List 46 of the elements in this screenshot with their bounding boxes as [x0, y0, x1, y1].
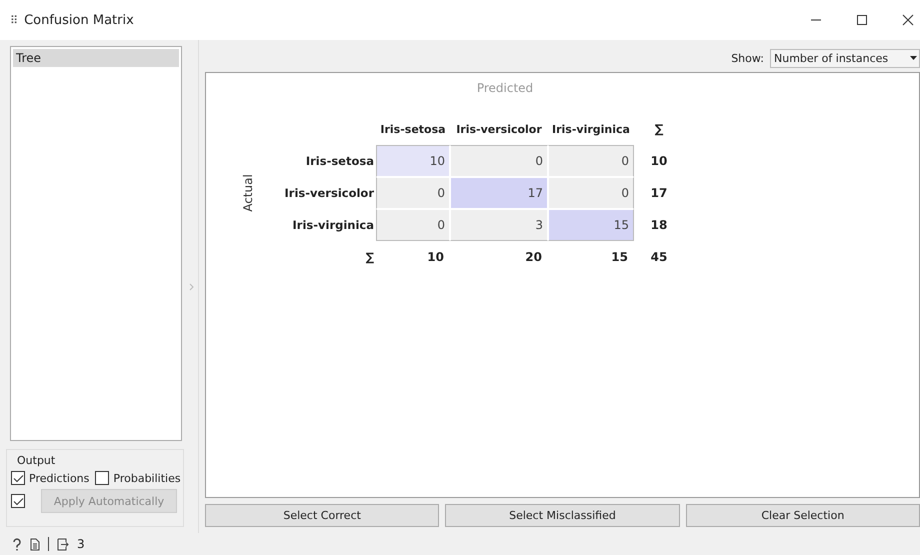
window-title: Confusion Matrix	[24, 12, 134, 28]
matrix-cell[interactable]: 15	[548, 209, 634, 241]
column-sum: 10	[426, 249, 445, 266]
output-icon[interactable]	[57, 538, 69, 550]
show-label: Show:	[731, 52, 764, 64]
axis-label: Predicted	[476, 81, 534, 97]
output-count: 3	[77, 537, 85, 551]
checkbox[interactable]: Probabilities	[95, 471, 181, 485]
checkbox-box[interactable]	[11, 471, 25, 485]
group-title: Output	[16, 454, 56, 467]
row-sum: 18	[650, 217, 668, 234]
matrix-cell[interactable]: 0	[450, 145, 548, 177]
column-header: Iris-setosa	[379, 122, 447, 138]
checkbox[interactable]: Predictions	[11, 471, 90, 485]
row-header: Iris-versicolor	[284, 185, 375, 202]
close-icon[interactable]	[902, 14, 914, 26]
matrix-cell[interactable]: 0	[548, 145, 634, 177]
learner-item[interactable]: Tree	[13, 49, 179, 67]
matrix-cell[interactable]: 10	[376, 145, 450, 177]
matrix-cell[interactable]: 0	[548, 177, 634, 209]
row-header: Iris-setosa	[304, 153, 375, 170]
maximize-icon[interactable]	[856, 14, 868, 26]
matrix-cell[interactable]: 17	[450, 177, 548, 209]
document-icon[interactable]	[30, 538, 40, 550]
app-icon: ⠿	[10, 14, 18, 26]
matrix-cell[interactable]: 0	[376, 177, 450, 209]
row-sum: 10	[650, 153, 668, 170]
column-sum: 20	[524, 249, 543, 266]
matrix-cell[interactable]: 3	[450, 209, 548, 241]
sum-header: ∑	[364, 249, 375, 266]
help-icon[interactable]	[12, 538, 22, 550]
action-button[interactable]: Select Correct	[205, 504, 440, 527]
total-sum: 45	[650, 249, 668, 266]
show-dropdown[interactable]: Number of instances	[770, 48, 920, 68]
column-header: Iris-versicolor	[455, 122, 543, 138]
matrix-cell[interactable]: 0	[376, 209, 450, 241]
axis-label: Actual	[241, 174, 255, 212]
row-header: Iris-virginica	[292, 217, 375, 234]
action-button[interactable]: Select Misclassified	[445, 504, 680, 527]
action-button[interactable]: Clear Selection	[686, 504, 920, 527]
column-header: Iris-virginica	[551, 122, 631, 138]
column-sum: 15	[610, 249, 629, 266]
checkbox-box[interactable]	[95, 471, 110, 485]
caret-icon	[910, 56, 917, 60]
sum-header: ∑	[654, 121, 664, 138]
row-sum: 17	[650, 185, 668, 202]
